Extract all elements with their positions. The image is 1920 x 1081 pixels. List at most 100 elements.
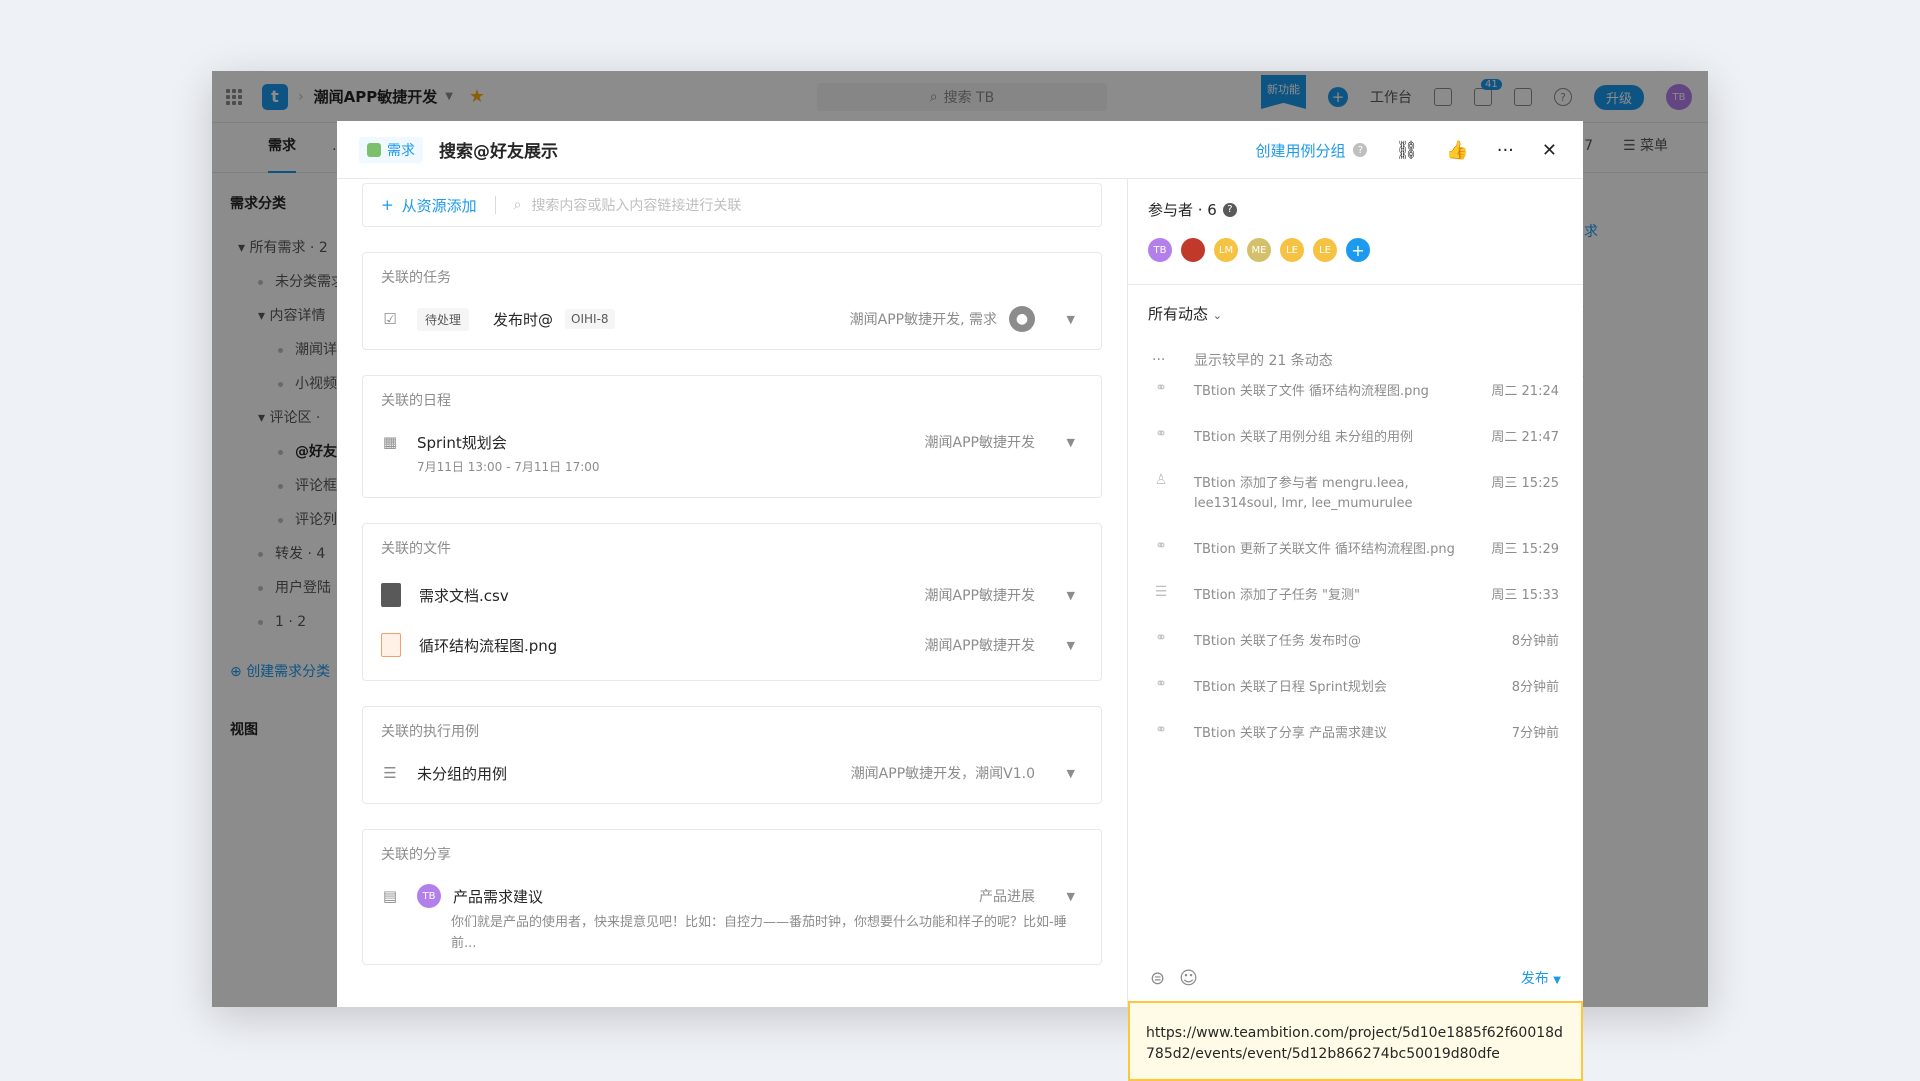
activity-filter[interactable]: 所有动态 ⌄ [1128, 285, 1583, 324]
file-row[interactable]: 循环结构流程图.png 潮闻APP敏捷开发 ▼ [381, 620, 1083, 670]
divider [494, 196, 496, 214]
requirement-icon [367, 142, 381, 157]
link-icon: ⚭ [1155, 538, 1167, 554]
more-icon[interactable]: ··· [1497, 140, 1514, 161]
activity-item: ♙ TBtion 添加了参与者 mengru.leea, lee1314soul,… [1128, 472, 1583, 538]
schedule-name: Sprint规划会 [417, 433, 507, 452]
link-icon: ⚭ [1155, 380, 1167, 396]
chevron-down-icon[interactable]: ▼ [1067, 436, 1075, 449]
participant-avatar[interactable]: LM [1214, 238, 1238, 262]
activity-item: ⚭ TBtion 关联了日程 Sprint规划会 8分钟前 [1128, 676, 1583, 722]
status-badge: 待处理 [417, 307, 470, 331]
share-name: 产品需求建议 [453, 887, 544, 906]
add-from-resource-button[interactable]: + 从资源添加 [381, 195, 477, 216]
case-project: 潮闻APP敏捷开发，潮闻V1.0 [850, 766, 1035, 782]
related-schedule-card: 关联的日程 ▦ Sprint规划会 潮闻APP敏捷开发 ▼ 7月11日 13:0… [362, 375, 1102, 498]
chevron-down-icon[interactable]: ▼ [1067, 890, 1075, 903]
emoji-icon[interactable]: ☺ [1179, 968, 1198, 989]
task-project: 潮闻APP敏捷开发, 需求 [849, 312, 997, 328]
search-icon: ⌕ [513, 197, 522, 213]
link-icon: ⚭ [1155, 676, 1167, 692]
help-icon: ? [1353, 143, 1368, 157]
chevron-down-icon: ▼ [1553, 975, 1561, 986]
chevron-down-icon: ⌄ [1212, 309, 1223, 322]
related-shares-card: 关联的分享 ▤ TB 产品需求建议 产品进展 ▼ 你们就是产品的使用者，快来提意… [362, 829, 1102, 965]
schedule-row[interactable]: ▦ Sprint规划会 潮闻APP敏捷开发 ▼ [381, 422, 1083, 462]
file-name: 循环结构流程图.png [419, 636, 558, 655]
related-panel: + 从资源添加 ⌕ 搜索内容或贴入内容链接进行关联 关联的任务 ☑ 待处理 发布时@… [337, 179, 1127, 1007]
list-icon: ☰ [383, 764, 397, 782]
activity-item: ⚭ TBtion 关联了任务 发布时@ 8分钟前 [1128, 630, 1583, 676]
list-icon: ☰ [1154, 584, 1168, 600]
document-icon: ▤ [382, 887, 398, 905]
share-tag: 产品进展 [979, 889, 1035, 905]
mention-icon[interactable]: ⊜ [1150, 968, 1165, 989]
chevron-down-icon[interactable]: ▼ [1067, 313, 1075, 326]
card-title: 关联的任务 [381, 270, 451, 286]
image-file-icon [381, 633, 401, 657]
activity-panel: 参与者 · 6? TB LM ME LE LE + 所有动态 ⌄ ··· 显示较早… [1127, 179, 1583, 1081]
type-tag[interactable]: 需求 [359, 136, 423, 163]
schedule-project: 潮闻APP敏捷开发 [924, 435, 1035, 451]
file-name: 需求文档.csv [419, 586, 509, 605]
participants-title: 参与者 · 6? [1148, 199, 1563, 220]
related-files-card: 关联的文件 需求文档.csv 潮闻APP敏捷开发 ▼ 循环结构流程图.png 潮… [362, 523, 1102, 681]
participant-avatar[interactable] [1181, 238, 1205, 262]
file-project: 潮闻APP敏捷开发 [924, 588, 1035, 604]
activity-list: ⚭ TBtion 关联了文件 循环结构流程图.png 周二 21:24 ⚭ TBtio… [1128, 380, 1583, 768]
file-row[interactable]: 需求文档.csv 潮闻APP敏捷开发 ▼ [381, 570, 1083, 620]
task-name: 发布时@ [493, 310, 554, 329]
activity-item: ☰ TBtion 添加了子任务 "复测" 周三 15:33 [1128, 584, 1583, 630]
link-icon: ⚭ [1155, 630, 1167, 646]
assignee-avatar[interactable]: ● [1009, 306, 1035, 332]
case-row[interactable]: ☰ 未分组的用例 潮闻APP敏捷开发，潮闻V1.0 ▼ [381, 753, 1083, 793]
modal-title[interactable]: 搜索@好友展示 [439, 137, 558, 162]
detail-modal: 需求 搜索@好友展示 创建用例分组? ⛓ 👍 ··· ✕ + 从资源添加 ⌕ 搜索内… [337, 121, 1583, 1081]
create-case-group-button[interactable]: 创建用例分组? [1255, 140, 1368, 161]
activity-item: ⚭ TBtion 关联了文件 循环结构流程图.png 周二 21:24 [1128, 380, 1583, 426]
task-code: OIHI-8 [565, 309, 615, 329]
thumbs-up-icon[interactable]: 👍 [1446, 140, 1468, 161]
link-icon[interactable]: ⛓ [1395, 140, 1418, 161]
card-title: 关联的文件 [381, 541, 451, 557]
share-author-avatar: TB [417, 884, 441, 908]
participant-list: TB LM ME LE LE + [1148, 238, 1563, 262]
add-relation-bar: + 从资源添加 ⌕ 搜索内容或贴入内容链接进行关联 [362, 183, 1102, 227]
activity-item: ⚭ TBtion 关联了用例分组 未分组的用例 周二 21:47 [1128, 426, 1583, 472]
share-description: 你们就是产品的使用者，快来提意见吧！比如：自控力——番茄时钟，你想要什么功能和样… [451, 915, 1067, 951]
relation-search-input[interactable]: ⌕ 搜索内容或贴入内容链接进行关联 [514, 195, 742, 215]
chevron-down-icon[interactable]: ▼ [1067, 589, 1075, 602]
comment-toolbar: ⊜ ☺ 发布 ▼ [1128, 949, 1583, 1007]
participant-avatar[interactable]: TB [1148, 238, 1172, 262]
publish-button[interactable]: 发布 ▼ [1521, 968, 1561, 988]
calendar-icon: ▦ [382, 433, 398, 451]
case-name: 未分组的用例 [417, 764, 508, 783]
help-icon[interactable]: ? [1222, 202, 1237, 217]
participant-avatar[interactable]: LE [1313, 238, 1337, 262]
checkbox-icon[interactable]: ☑ [381, 310, 399, 328]
activity-item: ⚭ TBtion 更新了关联文件 循环结构流程图.png 周三 15:29 [1128, 538, 1583, 584]
chevron-down-icon[interactable]: ▼ [1067, 767, 1075, 780]
participant-avatar[interactable]: LE [1280, 238, 1304, 262]
csv-file-icon [381, 583, 401, 607]
show-more-activities[interactable]: ··· 显示较早的 21 条动态 [1128, 350, 1583, 370]
person-icon: ♙ [1154, 472, 1168, 488]
card-title: 关联的日程 [381, 393, 451, 409]
close-icon[interactable]: ✕ [1542, 140, 1557, 161]
task-row[interactable]: ☑ 待处理 发布时@ OIHI-8 潮闻APP敏捷开发, 需求 ● ▼ [381, 299, 1083, 339]
activity-item: ⚭ TBtion 关联了分享 产品需求建议 7分钟前 [1128, 722, 1583, 768]
participant-avatar[interactable]: ME [1247, 238, 1271, 262]
add-participant-button[interactable]: + [1346, 238, 1370, 262]
related-tasks-card: 关联的任务 ☑ 待处理 发布时@ OIHI-8 潮闻APP敏捷开发, 需求 ● ▼ [362, 252, 1102, 350]
related-cases-card: 关联的执行用例 ☰ 未分组的用例 潮闻APP敏捷开发，潮闻V1.0 ▼ [362, 706, 1102, 804]
link-icon: ⚭ [1155, 426, 1167, 442]
more-icon: ··· [1152, 352, 1166, 368]
share-row[interactable]: ▤ TB 产品需求建议 产品进展 ▼ [381, 876, 1083, 916]
comment-input[interactable]: https://www.teambition.com/project/5d10e… [1128, 1001, 1583, 1081]
plus-icon: + [381, 196, 394, 214]
chevron-down-icon[interactable]: ▼ [1067, 639, 1075, 652]
file-project: 潮闻APP敏捷开发 [924, 638, 1035, 654]
link-icon: ⚭ [1155, 722, 1167, 738]
card-title: 关联的分享 [381, 847, 451, 863]
card-title: 关联的执行用例 [381, 724, 479, 740]
